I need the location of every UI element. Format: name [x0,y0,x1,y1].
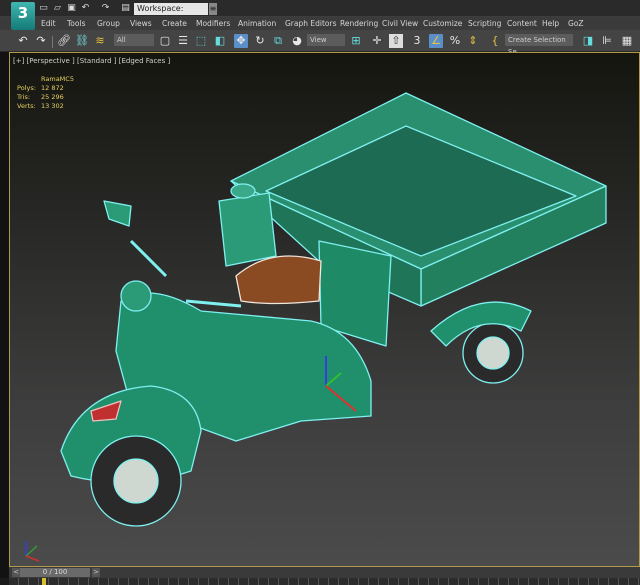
seat [235,255,322,305]
time-slider-bar: < 0 / 100 > [9,567,640,578]
save-icon[interactable]: ▣ [66,3,77,13]
quick-access-menu-icon[interactable]: ≡ [209,3,217,15]
track-bar[interactable] [9,578,640,585]
current-frame-marker[interactable] [42,578,46,585]
align-icon[interactable]: ⊫ [600,34,614,48]
menu-content[interactable]: Content [507,17,537,30]
angle-snap-icon[interactable]: ∠ [429,34,443,48]
open-file-icon[interactable]: ▱ [52,3,63,13]
rectangular-selection-icon[interactable]: ⬚ [194,34,208,48]
undo-icon[interactable]: ↶ [16,34,30,48]
menu-animation[interactable]: Animation [238,17,276,30]
menu-modifiers[interactable]: Modifiers [196,17,230,30]
redo-icon[interactable]: ↷ [100,3,111,13]
main-toolbar: ↶ ↷ 🔗︎ ⛓︎ ≋ All ▢ ☰ ⬚ ◧ ✥ ↻ ⧉ ◕ View ⊞ ✛… [0,30,640,56]
move-icon[interactable]: ✥ [234,34,248,48]
menu-scripting[interactable]: Scripting [468,17,501,30]
front-wheel-hub [113,458,159,504]
menu-customize[interactable]: Customize [423,17,462,30]
menu-views[interactable]: Views [130,17,152,30]
reference-coordinate-dropdown[interactable]: View [307,34,345,46]
model-render [25,92,607,562]
object-name: RamaMC5 [41,75,74,83]
mirror [103,200,132,227]
bind-space-warp-icon[interactable]: ≋ [93,34,107,48]
headlight [120,280,152,312]
edit-named-selection-icon[interactable]: { [488,34,502,48]
time-slider[interactable]: 0 / 100 [20,568,90,577]
link-icon[interactable]: 🔗︎ [57,34,71,48]
unlink-icon[interactable]: ⛓︎ [75,34,89,48]
rotate-icon[interactable]: ↻ [253,34,267,48]
snaps-toggle-icon[interactable]: 3 [410,34,424,48]
stat-polys: Polys: 12 872 [17,84,64,92]
rear-wheel-hub [476,336,510,370]
new-file-icon[interactable]: ▭ [38,3,49,13]
workspace-dropdown[interactable]: Workspace: Default [134,3,208,25]
stat-verts: Verts: 13 302 [17,102,64,110]
left-panel-strip [0,52,9,578]
menu-group[interactable]: Group [97,17,120,30]
menu-graph-editors[interactable]: Graph Editors [285,17,337,30]
redo-icon[interactable]: ↷ [34,34,48,48]
perspective-viewport[interactable]: [+] [Perspective ] [Standard ] [Edged Fa… [9,52,640,567]
spinner-snap-icon[interactable]: ⇕ [466,34,480,48]
scene-explorer-icon[interactable]: ▦ [620,34,634,48]
pivot-center-icon[interactable]: ⊞ [349,34,363,48]
select-object-icon[interactable]: ▢ [158,34,172,48]
menu-rendering[interactable]: Rendering [340,17,378,30]
menu-edit[interactable]: Edit [41,17,56,30]
fuel-tank [218,192,277,267]
select-by-name-icon[interactable]: ☰ [176,34,190,48]
next-frame-button[interactable]: > [92,568,100,577]
undo-icon[interactable]: ↶ [80,3,91,13]
menu-civil-view[interactable]: Civil View [382,17,418,30]
menu-bar: Edit Tools Group Views Create Modifiers … [0,17,640,30]
placement-icon[interactable]: ◕ [290,34,304,48]
named-selection-dropdown[interactable]: Create Selection Se [505,34,573,56]
title-bar: ▭ ▱ ▣ ↶ ↷ ▤ Workspace: Default ≡ [0,0,640,25]
viewport-label-menu[interactable]: [+] [Perspective ] [Standard ] [Edged Fa… [13,57,170,65]
select-manipulate-icon[interactable]: ✛ [370,34,384,48]
menu-tools[interactable]: Tools [67,17,85,30]
percent-snap-icon[interactable]: % [448,34,462,48]
keyboard-shortcut-override-icon[interactable]: ⇧ [389,34,403,48]
fuel-cap [230,183,256,199]
scale-icon[interactable]: ⧉ [271,34,285,48]
previous-frame-button[interactable]: < [12,568,20,577]
selection-filter-dropdown[interactable]: All [114,34,154,46]
mirror-icon[interactable]: ◨ [581,34,595,48]
menu-help[interactable]: Help [542,17,559,30]
stat-tris: Tris: 25 296 [17,93,64,101]
app-logo[interactable]: 3 [11,2,35,30]
world-axis-icon [25,541,40,562]
separator [52,36,53,48]
menu-create[interactable]: Create [162,17,187,30]
window-crossing-icon[interactable]: ◧ [213,34,227,48]
scene-statistics: RamaMC5 Polys: 12 872 Tris: 25 296 Verts: 1… [17,75,74,111]
project-folder-icon[interactable]: ▤ [120,3,131,13]
menu-goz[interactable]: GoZ [568,17,584,30]
